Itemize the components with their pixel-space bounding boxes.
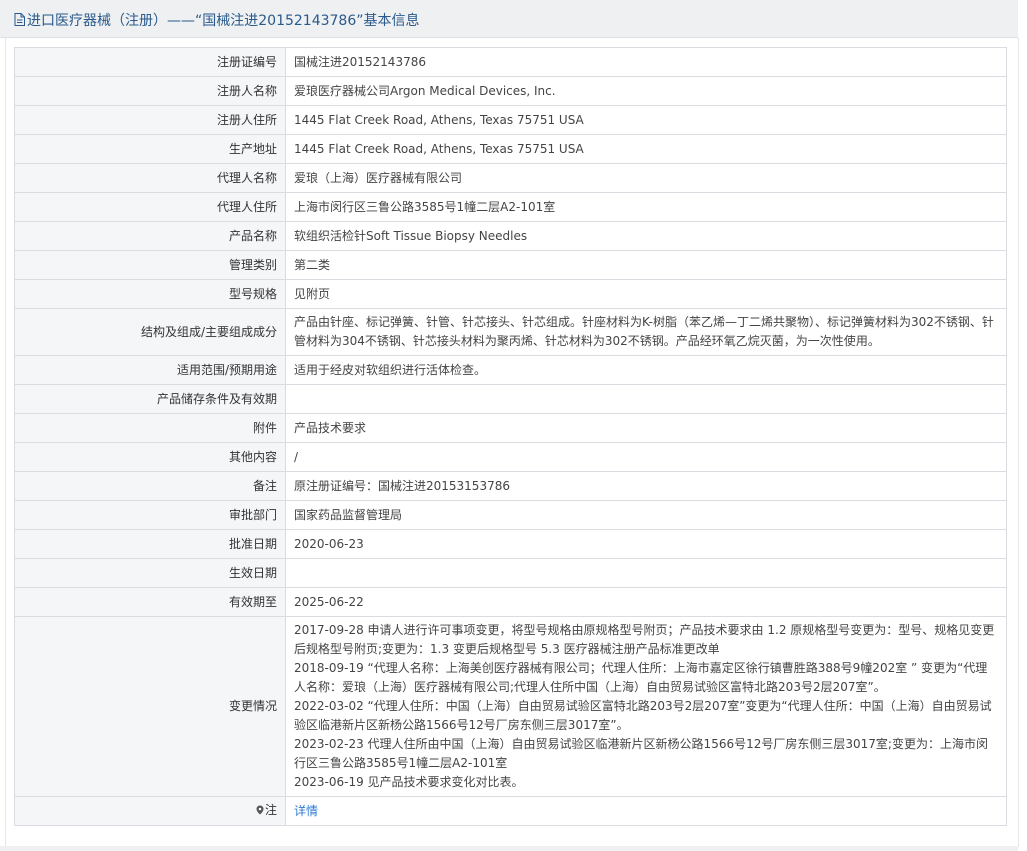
row-label: 注册人住所 [14, 105, 286, 135]
row-value: 见附页 [285, 279, 1007, 309]
row-label: 变更情况 [14, 616, 286, 797]
table-row: 适用范围/预期用途 适用于经皮对软组织进行活体检查。 [14, 355, 1007, 385]
location-pin-icon [256, 802, 264, 821]
table-row: 备注 原注册证编号：国械注进20153153786 [14, 471, 1007, 501]
table-row: 生效日期 [14, 558, 1007, 588]
row-value [285, 558, 1007, 588]
table-row: 注册人名称 爱琅医疗器械公司Argon Medical Devices, Inc. [14, 76, 1007, 106]
change-entry: 2023-02-23 代理人住所由中国（上海）自由贸易试验区临港新片区新杨公路1… [294, 737, 988, 770]
table-row: 批准日期 2020-06-23 [14, 529, 1007, 559]
row-label: 管理类别 [14, 250, 286, 280]
row-label: 产品储存条件及有效期 [14, 384, 286, 414]
table-row: 结构及组成/主要组成成分 产品由针座、标记弹簧、针管、针芯接头、针芯组成。针座材料… [14, 308, 1007, 356]
row-value: 1445 Flat Creek Road, Athens, Texas 7575… [285, 134, 1007, 164]
row-value: 1445 Flat Creek Road, Athens, Texas 7575… [285, 105, 1007, 135]
table-row: 其他内容 / [14, 442, 1007, 472]
change-entry: 2018-09-19 “代理人名称：上海美创医疗器械有限公司；代理人住所：上海市… [294, 661, 988, 694]
row-value: 适用于经皮对软组织进行活体检查。 [285, 355, 1007, 385]
row-label: 代理人住所 [14, 192, 286, 222]
row-value: 2025-06-22 [285, 587, 1007, 617]
page-title-text: 进口医疗器械（注册）——“国械注进20152143786”基本信息 [27, 13, 420, 29]
note-cell: 详情 [285, 796, 1007, 826]
page: 进口医疗器械（注册）——“国械注进20152143786”基本信息 注册证编号国… [0, 0, 1027, 851]
row-label: 备注 [14, 471, 286, 501]
table-row: 审批部门 国家药品监督管理局 [14, 500, 1007, 530]
row-label: 其他内容 [14, 442, 286, 472]
row-label: 注册人名称 [14, 76, 286, 106]
row-label-note: 注 [14, 796, 286, 826]
change-entry: 2023-06-19 见产品技术要求变化对比表。 [294, 775, 524, 789]
row-label: 有效期至 [14, 587, 286, 617]
row-value: 国械注进20152143786 [285, 47, 1007, 77]
row-label: 附件 [14, 413, 286, 443]
row-value: 国家药品监督管理局 [285, 500, 1007, 530]
row-value: 产品技术要求 [285, 413, 1007, 443]
table-row: 型号规格 见附页 [14, 279, 1007, 309]
table-row: 附件 产品技术要求 [14, 413, 1007, 443]
row-value: 2020-06-23 [285, 529, 1007, 559]
row-label: 审批部门 [14, 500, 286, 530]
info-table: 注册证编号 国械注进20152143786 注册人名称 爱琅医疗器械公司Argon M… [14, 47, 1007, 826]
change-entry: 2017-09-28 申请人进行许可事项变更，将型号规格由原规格型号附页；产品技… [294, 623, 995, 656]
bottom-bar [0, 846, 1018, 851]
content-frame: 注册证编号 国械注进20152143786 注册人名称 爱琅医疗器械公司Argon M… [5, 38, 1019, 847]
table-row: 代理人名称 爱琅（上海）医疗器械有限公司 [14, 163, 1007, 193]
table-row: 有效期至 2025-06-22 [14, 587, 1007, 617]
row-label: 生产地址 [14, 134, 286, 164]
table-row: 管理类别 第二类 [14, 250, 1007, 280]
row-value: 爱琅（上海）医疗器械有限公司 [285, 163, 1007, 193]
row-label: 产品名称 [14, 221, 286, 251]
page-header: 进口医疗器械（注册）——“国械注进20152143786”基本信息 [0, 0, 1018, 38]
table-row: 产品名称 软组织活检针Soft Tissue Biopsy Needles [14, 221, 1007, 251]
row-label: 生效日期 [14, 558, 286, 588]
page-title: 进口医疗器械（注册）——“国械注进20152143786”基本信息 [14, 10, 419, 30]
change-entry: 2022-03-02 “代理人住所：中国（上海）自由贸易试验区富特北路203号2… [294, 699, 992, 732]
row-value [285, 384, 1007, 414]
table-row-changes: 变更情况 2017-09-28 申请人进行许可事项变更，将型号规格由原规格型号附… [14, 616, 1007, 797]
row-value: 产品由针座、标记弹簧、针管、针芯接头、针芯组成。针座材料为K-树脂（苯乙烯—丁二… [285, 308, 1007, 356]
table-row: 注册人住所 1445 Flat Creek Road, Athens, Texas… [14, 105, 1007, 135]
row-label: 适用范围/预期用途 [14, 355, 286, 385]
row-value: / [285, 442, 1007, 472]
table-row: 产品储存条件及有效期 [14, 384, 1007, 414]
row-value: 原注册证编号：国械注进20153153786 [285, 471, 1007, 501]
row-label: 代理人名称 [14, 163, 286, 193]
changes-cell: 2017-09-28 申请人进行许可事项变更，将型号规格由原规格型号附页；产品技… [285, 616, 1007, 797]
details-link[interactable]: 详情 [294, 804, 318, 818]
table-row: 生产地址 1445 Flat Creek Road, Athens, Texas … [14, 134, 1007, 164]
row-value: 爱琅医疗器械公司Argon Medical Devices, Inc. [285, 76, 1007, 106]
row-value: 上海市闵行区三鲁公路3585号1幢二层A2-101室 [285, 192, 1007, 222]
row-label: 注册证编号 [14, 47, 286, 77]
table-row: 代理人住所 上海市闵行区三鲁公路3585号1幢二层A2-101室 [14, 192, 1007, 222]
row-label: 型号规格 [14, 279, 286, 309]
row-value: 软组织活检针Soft Tissue Biopsy Needles [285, 221, 1007, 251]
note-label: 注 [264, 803, 277, 817]
table-row: 注册证编号 国械注进20152143786 [14, 47, 1007, 77]
table-row-note: 注 详情 [14, 796, 1007, 826]
row-label: 结构及组成/主要组成成分 [14, 308, 286, 356]
row-value: 第二类 [285, 250, 1007, 280]
row-label: 批准日期 [14, 529, 286, 559]
document-icon [14, 13, 25, 30]
